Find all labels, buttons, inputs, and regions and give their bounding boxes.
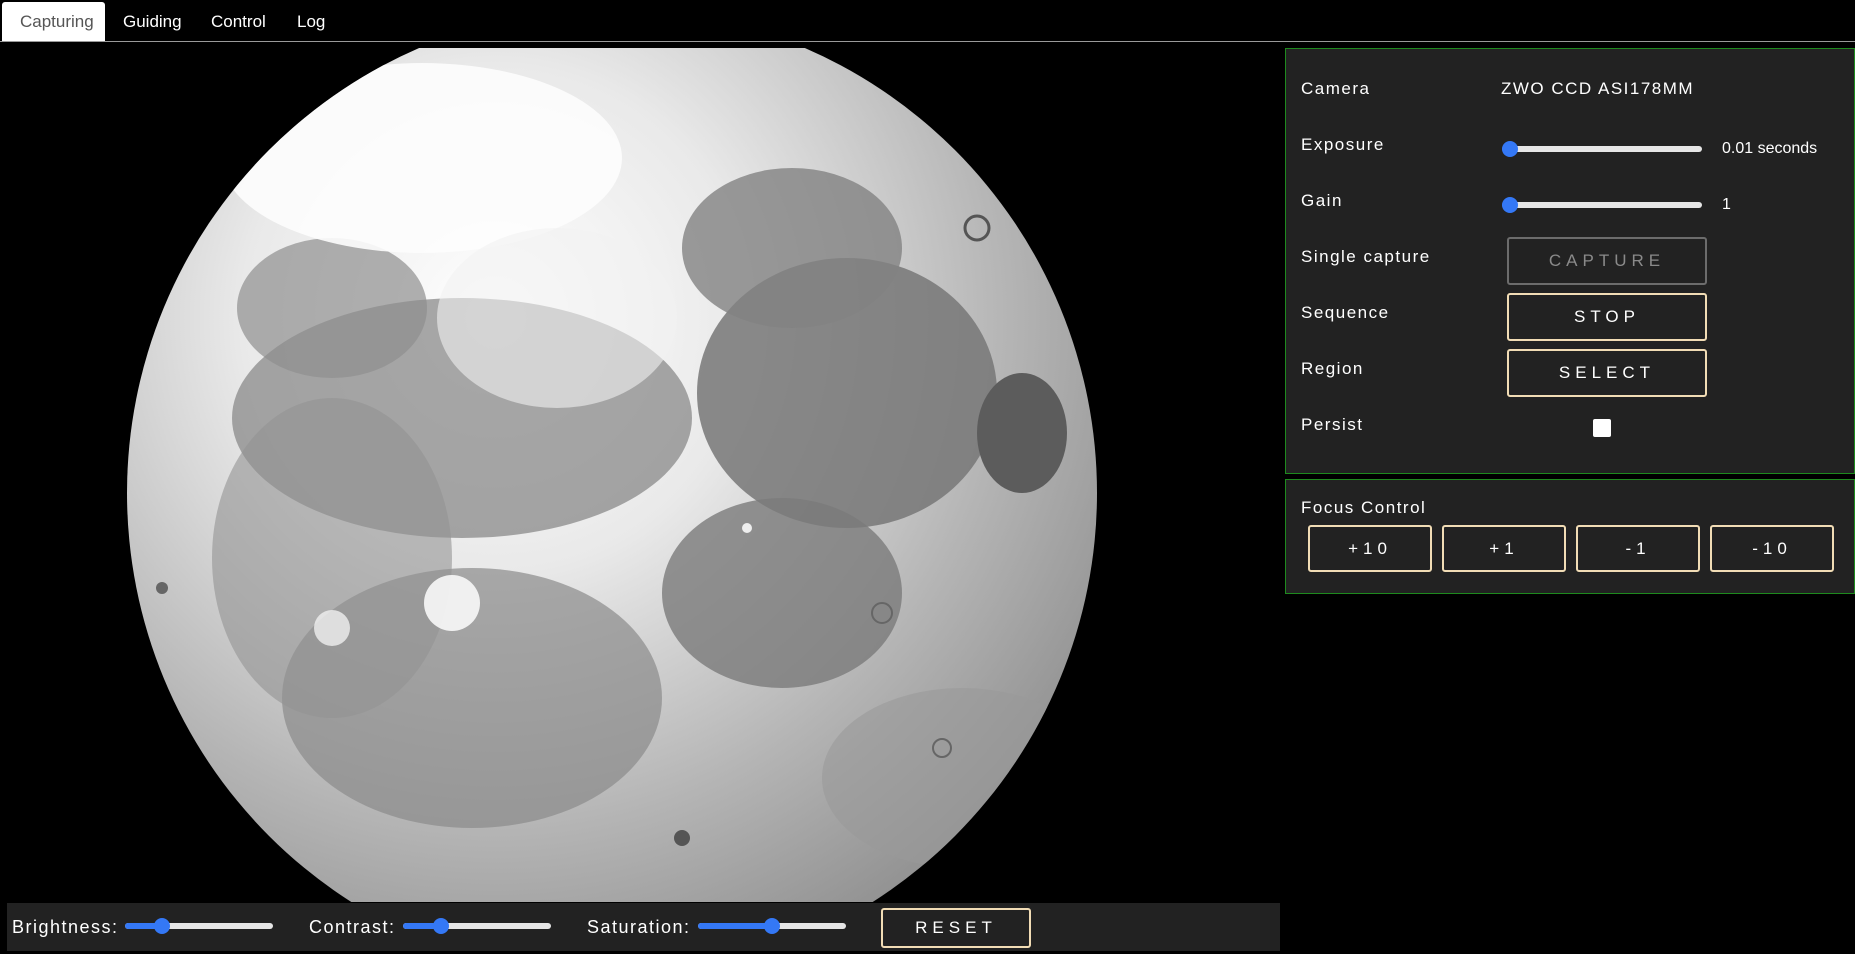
camera-settings-panel: Camera ZWO CCD ASI178MM Exposure 0.01 se…	[1285, 48, 1855, 474]
tab-capturing[interactable]: Capturing	[2, 2, 105, 41]
exposure-label: Exposure	[1301, 135, 1385, 154]
exposure-slider-thumb[interactable]	[1502, 141, 1518, 157]
saturation-slider[interactable]	[698, 918, 846, 934]
brightness-slider[interactable]	[125, 918, 273, 934]
gain-slider-thumb[interactable]	[1502, 197, 1518, 213]
image-adjust-bar: Brightness: Contrast: Saturation: RESET	[7, 903, 1280, 951]
brightness-label: Brightness:	[12, 917, 119, 937]
gain-value: 1	[1722, 196, 1731, 213]
focus-control-title: Focus Control	[1301, 498, 1427, 517]
camera-image-view[interactable]	[2, 48, 1280, 902]
exposure-value: 0.01 seconds	[1722, 140, 1818, 157]
region-label: Region	[1301, 359, 1364, 378]
contrast-slider[interactable]	[403, 918, 551, 934]
focus-plus-1-button[interactable]: +1	[1442, 525, 1566, 572]
persist-checkbox[interactable]	[1593, 419, 1611, 437]
contrast-label: Contrast:	[309, 917, 396, 937]
saturation-slider-thumb[interactable]	[764, 918, 780, 934]
camera-label: Camera	[1301, 79, 1371, 98]
focus-minus-1-button[interactable]: -1	[1576, 525, 1700, 572]
persist-label: Persist	[1301, 415, 1364, 434]
capture-button[interactable]: CAPTURE	[1507, 237, 1707, 285]
moon-image	[2, 48, 1280, 902]
stop-button[interactable]: STOP	[1507, 293, 1707, 341]
focus-control-panel: Focus Control +10 +1 -1 -10	[1285, 479, 1855, 594]
saturation-label: Saturation:	[587, 917, 691, 937]
sequence-label: Sequence	[1301, 303, 1390, 322]
brightness-slider-thumb[interactable]	[154, 918, 171, 934]
camera-name: ZWO CCD ASI178MM	[1501, 79, 1695, 98]
tab-log[interactable]: Log	[279, 2, 343, 41]
tab-bar: Capturing Guiding Control Log	[0, 0, 1855, 42]
contrast-slider-thumb[interactable]	[433, 918, 450, 934]
tab-control[interactable]: Control	[193, 2, 284, 41]
tab-guiding[interactable]: Guiding	[105, 2, 200, 41]
gain-slider[interactable]	[1502, 197, 1702, 213]
focus-minus-10-button[interactable]: -10	[1710, 525, 1834, 572]
select-region-button[interactable]: SELECT	[1507, 349, 1707, 397]
exposure-slider[interactable]	[1502, 141, 1702, 157]
single-capture-label: Single capture	[1301, 247, 1431, 266]
focus-plus-10-button[interactable]: +10	[1308, 525, 1432, 572]
reset-button[interactable]: RESET	[881, 908, 1031, 948]
gain-label: Gain	[1301, 191, 1343, 210]
